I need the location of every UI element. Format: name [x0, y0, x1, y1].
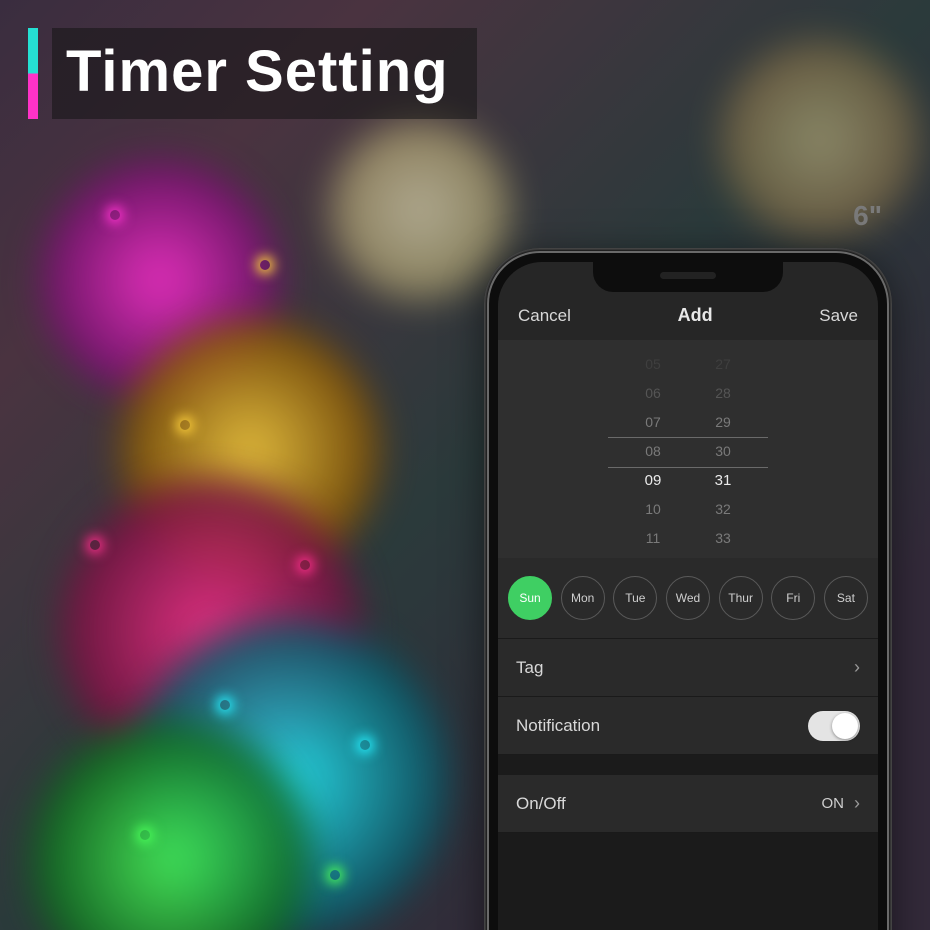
bg-frame-label: 6": [853, 200, 882, 232]
light-dot: [360, 740, 370, 750]
picker-hour: 10: [645, 495, 661, 524]
weekday-label: Mon: [571, 591, 594, 605]
light-dot: [110, 210, 120, 220]
picker-minute: 29: [715, 408, 731, 437]
phone-screen: Cancel Add Save 05 06 07 08 09 10 11 12 …: [498, 262, 878, 930]
light-dot: [300, 560, 310, 570]
weekday-label: Thur: [728, 591, 753, 605]
weekday-sat[interactable]: Sat: [824, 576, 868, 620]
row-tag[interactable]: Tag ›: [498, 639, 878, 697]
weekday-thur[interactable]: Thur: [719, 576, 763, 620]
picker-hour: 08: [645, 437, 661, 466]
phone-frame: Cancel Add Save 05 06 07 08 09 10 11 12 …: [484, 248, 892, 930]
row-notification-label: Notification: [516, 716, 600, 736]
picker-minute: 28: [715, 379, 731, 408]
cancel-button[interactable]: Cancel: [518, 306, 571, 326]
title-text: Timer Setting: [66, 38, 449, 105]
weekday-wed[interactable]: Wed: [666, 576, 710, 620]
weekday-label: Wed: [676, 591, 700, 605]
light-dot: [180, 420, 190, 430]
picker-minutes-col[interactable]: 27 28 29 30 31 32 33 34: [688, 340, 758, 558]
picker-minute: 32: [715, 495, 731, 524]
notification-toggle[interactable]: [808, 711, 860, 741]
weekday-label: Fri: [786, 591, 800, 605]
picker-minute: 27: [715, 350, 731, 379]
picker-hour: 12: [645, 553, 661, 558]
light-dot: [140, 830, 150, 840]
picker-hour-selected: 09: [645, 466, 662, 495]
save-button[interactable]: Save: [819, 306, 858, 326]
chevron-right-icon: ›: [854, 657, 860, 678]
chevron-right-icon: ›: [854, 793, 860, 814]
weekday-label: Tue: [625, 591, 645, 605]
bg-glow: [330, 120, 510, 300]
phone-notch: [593, 262, 783, 292]
title-box: Timer Setting: [52, 28, 477, 119]
header-title: Add: [678, 305, 713, 326]
time-picker[interactable]: 05 06 07 08 09 10 11 12 27 28 29 30 31 3…: [498, 340, 878, 558]
weekday-tue[interactable]: Tue: [613, 576, 657, 620]
weekday-row: Sun Mon Tue Wed Thur Fri Sat: [498, 558, 878, 639]
picker-hour: 06: [645, 379, 661, 408]
picker-minute: 30: [715, 437, 731, 466]
row-notification: Notification: [498, 697, 878, 755]
row-onoff-value: ON: [822, 795, 845, 812]
picker-minute: 34: [715, 553, 731, 558]
row-onoff-label: On/Off: [516, 794, 566, 814]
row-onoff[interactable]: On/Off ON ›: [498, 775, 878, 833]
title-accent-bar: [28, 28, 38, 119]
promo-stage: Timer Setting 6" Cancel Add Save 05 06 0…: [0, 0, 930, 930]
picker-hour: 11: [646, 524, 661, 553]
picker-minute: 33: [715, 524, 731, 553]
picker-minute-selected: 31: [715, 466, 732, 495]
weekday-mon[interactable]: Mon: [561, 576, 605, 620]
light-dot: [330, 870, 340, 880]
picker-hours-col[interactable]: 05 06 07 08 09 10 11 12: [618, 340, 688, 558]
picker-hour: 07: [645, 408, 661, 437]
light-dot: [220, 700, 230, 710]
bg-glow: [720, 40, 920, 240]
title-banner: Timer Setting: [28, 28, 477, 119]
light-dot: [260, 260, 270, 270]
light-dot: [90, 540, 100, 550]
section-gap: [498, 755, 878, 775]
weekday-fri[interactable]: Fri: [771, 576, 815, 620]
weekday-sun[interactable]: Sun: [508, 576, 552, 620]
weekday-label: Sun: [519, 591, 540, 605]
weekday-label: Sat: [837, 591, 855, 605]
row-tag-label: Tag: [516, 658, 543, 678]
picker-hour: 05: [645, 350, 661, 379]
